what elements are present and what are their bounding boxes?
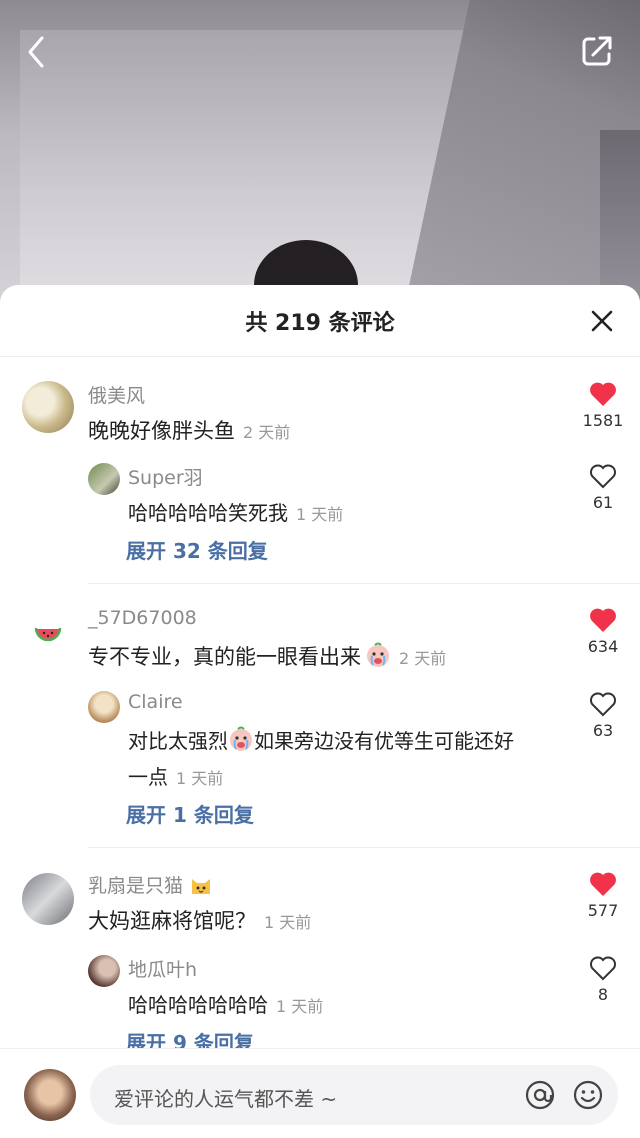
heart-outline-icon [590,464,616,489]
comment-text: 专不专业，真的能一眼看出来 2 天前 [88,641,446,671]
comment-body: 晚晚好像胖头鱼 [88,419,235,443]
reply-like-button[interactable]: 61 [578,463,628,512]
reply-time: 1 天前 [176,769,224,788]
like-count: 634 [587,637,619,656]
reply-body: 哈哈哈哈哈笑死我 [128,501,288,525]
like-button[interactable]: 634 [578,607,628,656]
cat-emoji-icon [192,879,211,894]
reply-like-button[interactable]: 8 [578,955,628,1004]
like-count: 61 [592,493,614,512]
my-avatar [24,1069,76,1121]
heart-icon [590,872,616,896]
reply-body-part2: 如果旁边没有优等生可能还好 [254,729,514,753]
comment-sheet: 共 219 条评论 俄美风 晚晚好像胖头鱼 2 天前 1581 Super羽 哈哈… [0,285,640,1138]
comment-text: 大妈逛麻将馆呢？ 1 天前 [88,905,311,935]
close-icon[interactable] [590,309,614,333]
share-icon[interactable] [580,34,614,68]
like-button[interactable]: 577 [578,871,628,920]
heart-outline-icon [590,956,616,981]
reply-body: 哈哈哈哈哈哈哈 [128,993,268,1017]
reply-username[interactable]: Claire [128,691,183,713]
comment-body: 大妈逛麻将馆呢？ [88,909,256,933]
comment-body: 专不专业，真的能一眼看出来 [88,645,361,669]
like-count: 577 [587,901,619,920]
smiley-icon[interactable] [572,1079,604,1111]
expand-replies-link[interactable]: 展开 1 条回复 [126,799,254,828]
comment-input[interactable]: 爱评论的人运气都不差 ~ [90,1065,618,1125]
reply-text: 哈哈哈哈哈笑死我 1 天前 [128,497,343,526]
comment-time: 1 天前 [264,913,312,932]
comment-input-placeholder: 爱评论的人运气都不差 ~ [114,1087,338,1111]
reply-text: 对比太强烈 如果旁边没有优等生可能还好 [128,725,514,754]
avatar[interactable] [22,609,74,661]
reply-avatar[interactable] [88,463,120,495]
back-icon[interactable] [22,34,54,70]
comment-username[interactable]: _57D67008 [88,607,197,629]
divider [88,847,640,848]
watermelon-icon [35,627,61,642]
reply-time: 1 天前 [296,505,344,524]
reply-username[interactable]: 地瓜叶h [128,955,197,982]
reply-body-part3: 一点 [128,765,168,789]
comment-time: 2 天前 [243,423,291,442]
comment-input-bar: 爱评论的人运气都不差 ~ [0,1048,640,1138]
reply-avatar[interactable] [88,691,120,723]
sheet-header: 共 219 条评论 [0,285,640,357]
reply-like-button[interactable]: 63 [578,691,628,740]
comment-username[interactable]: 俄美风 [88,381,145,408]
wall-door [600,130,640,300]
like-count: 8 [597,985,609,1004]
avatar[interactable] [22,381,74,433]
reply-avatar[interactable] [88,955,120,987]
divider [88,583,640,584]
reply-username[interactable]: Super羽 [128,463,203,490]
crying-emoji-icon [230,726,252,751]
reply-text-line2: 一点 1 天前 [128,761,223,790]
heart-icon [590,382,616,406]
like-count: 63 [592,721,614,740]
avatar[interactable] [22,873,74,925]
like-count: 1581 [582,411,624,430]
expand-replies-link[interactable]: 展开 32 条回复 [126,535,268,564]
reply-body-part1: 对比太强烈 [128,729,228,753]
comment-username-row: 乳扇是只猫 [88,871,213,898]
comment-text: 晚晚好像胖头鱼 2 天前 [88,415,290,445]
reply-time: 1 天前 [276,997,324,1016]
like-button[interactable]: 1581 [578,381,628,430]
comment-username[interactable]: 乳扇是只猫 [88,875,183,897]
at-icon[interactable] [524,1079,556,1111]
comment-count-title: 共 219 条评论 [245,310,395,336]
crying-emoji-icon [367,642,389,667]
comment-time: 2 天前 [399,649,447,668]
video-background [0,0,640,300]
heart-icon [590,608,616,632]
reply-text: 哈哈哈哈哈哈哈 1 天前 [128,989,323,1018]
heart-outline-icon [590,692,616,717]
